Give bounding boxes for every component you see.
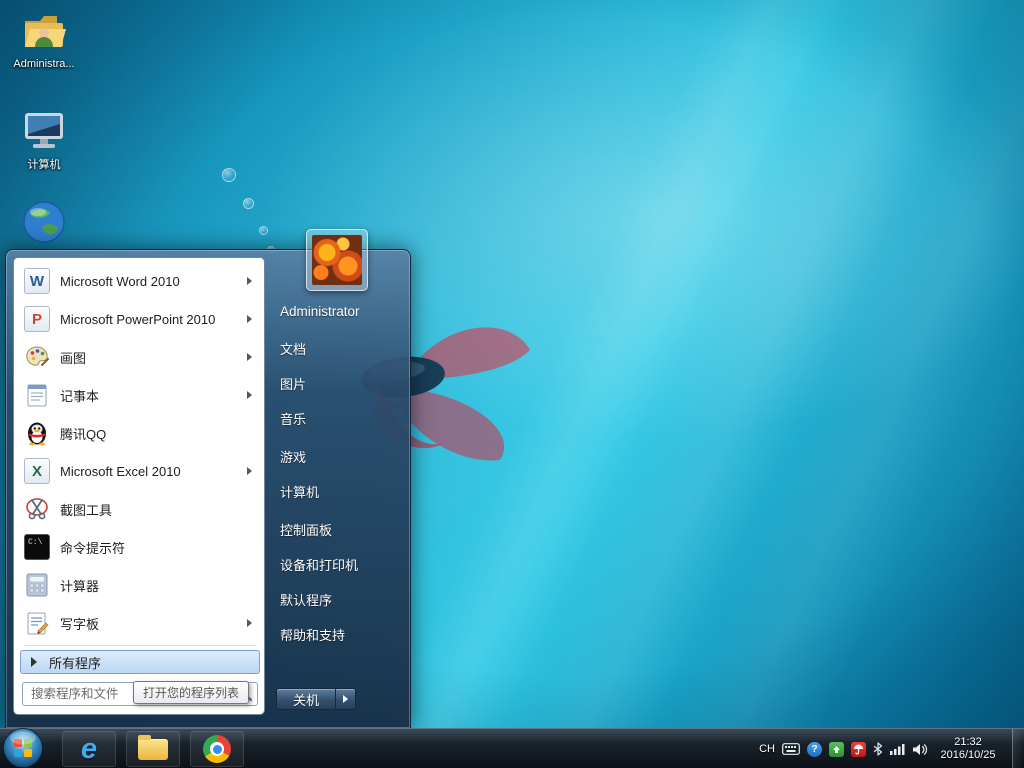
taskbar: e CH ? (0, 728, 1024, 768)
start-menu-item-games[interactable]: 游戏 (276, 444, 406, 468)
start-menu-item-music[interactable]: 音乐 (276, 406, 406, 430)
start-menu-item-devices-printers[interactable]: 设备和打印机 (276, 552, 406, 576)
desktop-icon-label: 计算机 (6, 156, 82, 172)
start-menu-item-wordpad[interactable]: 写字板 (16, 604, 262, 642)
start-menu-item-documents[interactable]: 文档 (276, 336, 406, 360)
keyboard-icon[interactable] (782, 743, 800, 755)
powerpoint-icon: P (24, 306, 50, 332)
globe-icon (20, 198, 68, 246)
input-language-indicator[interactable]: CH (759, 743, 775, 755)
start-menu: W Microsoft Word 2010 P Microsoft PowerP… (5, 249, 411, 728)
internet-explorer-icon: e (81, 735, 97, 764)
qq-penguin-icon (24, 420, 50, 446)
shutdown-control: 关机 (276, 688, 356, 710)
start-menu-item-pictures[interactable]: 图片 (276, 371, 406, 395)
start-menu-item-snipping-tool[interactable]: 截图工具 (16, 490, 262, 528)
submenu-arrow-icon (247, 391, 252, 399)
start-menu-item-help-support[interactable]: 帮助和支持 (276, 622, 406, 646)
wordpad-icon (24, 610, 50, 636)
wallpaper-bubble (259, 226, 268, 235)
wallpaper-bubble (243, 198, 254, 209)
start-menu-item-computer[interactable]: 计算机 (276, 479, 406, 503)
start-menu-left-panel: W Microsoft Word 2010 P Microsoft PowerP… (13, 257, 265, 715)
taskbar-internet-explorer[interactable]: e (62, 731, 116, 767)
network-signal-icon[interactable] (890, 743, 905, 755)
system-tray: CH ? (759, 729, 1024, 768)
taskbar-chrome[interactable] (190, 731, 244, 767)
start-menu-item-notepad[interactable]: 记事本 (16, 376, 262, 414)
submenu-arrow-icon (247, 619, 252, 627)
antivirus-umbrella-icon[interactable] (851, 742, 866, 757)
start-menu-item-qq[interactable]: 腾讯QQ (16, 414, 262, 452)
user-folder-icon (20, 8, 68, 56)
volume-icon[interactable] (912, 743, 928, 756)
desktop: Administra... 计算机 (0, 0, 1024, 768)
submenu-arrow-icon (247, 467, 252, 475)
start-menu-item-paint[interactable]: 画图 (16, 338, 262, 376)
start-menu-item-control-panel[interactable]: 控制面板 (276, 517, 406, 541)
taskbar-clock[interactable]: 21:32 2016/10/25 (935, 736, 1001, 762)
desktop-icon-network[interactable] (6, 198, 82, 248)
paint-icon (24, 344, 50, 370)
all-programs-button[interactable]: 所有程序 (20, 650, 260, 674)
shutdown-options-button[interactable] (336, 688, 356, 710)
start-menu-item-calculator[interactable]: 计算器 (16, 566, 262, 604)
wallpaper-bubble (222, 168, 236, 182)
start-menu-item-powerpoint[interactable]: P Microsoft PowerPoint 2010 (16, 300, 262, 338)
clock-time: 21:32 (935, 736, 1001, 749)
notepad-icon (24, 382, 50, 408)
chrome-icon (203, 735, 231, 763)
excel-icon: X (24, 458, 50, 484)
calculator-icon (24, 572, 50, 598)
folder-icon (138, 739, 168, 760)
user-avatar[interactable] (306, 229, 368, 291)
desktop-icon-administrator[interactable]: Administra... (6, 8, 82, 70)
avatar-picture (312, 235, 362, 285)
start-menu-separator (24, 645, 256, 647)
start-menu-item-command-prompt[interactable]: C:\ 命令提示符 (16, 528, 262, 566)
submenu-arrow-icon (247, 277, 252, 285)
shutdown-button[interactable]: 关机 (276, 688, 336, 710)
start-menu-item-default-programs[interactable]: 默认程序 (276, 587, 406, 611)
user-name[interactable]: Administrator (280, 304, 360, 319)
clock-date: 2016/10/25 (935, 749, 1001, 762)
show-desktop-button[interactable] (1012, 729, 1022, 768)
right-arrow-icon (343, 695, 348, 703)
help-icon[interactable]: ? (807, 742, 822, 757)
bluetooth-icon[interactable] (873, 742, 883, 756)
desktop-icon-computer[interactable]: 计算机 (6, 106, 82, 172)
command-prompt-icon: C:\ (24, 534, 50, 560)
update-arrow-icon[interactable] (829, 742, 844, 757)
submenu-arrow-icon (247, 353, 252, 361)
right-arrow-icon (31, 657, 37, 667)
word-icon: W (24, 268, 50, 294)
desktop-icon-label: Administra... (6, 58, 82, 70)
start-menu-item-word[interactable]: W Microsoft Word 2010 (16, 262, 262, 300)
computer-icon (20, 106, 68, 154)
start-menu-item-excel[interactable]: X Microsoft Excel 2010 (16, 452, 262, 490)
submenu-arrow-icon (247, 315, 252, 323)
scissors-icon (24, 496, 50, 522)
taskbar-explorer[interactable] (126, 731, 180, 767)
all-programs-tooltip: 打开您的程序列表 (133, 681, 249, 704)
start-button[interactable] (2, 727, 44, 768)
